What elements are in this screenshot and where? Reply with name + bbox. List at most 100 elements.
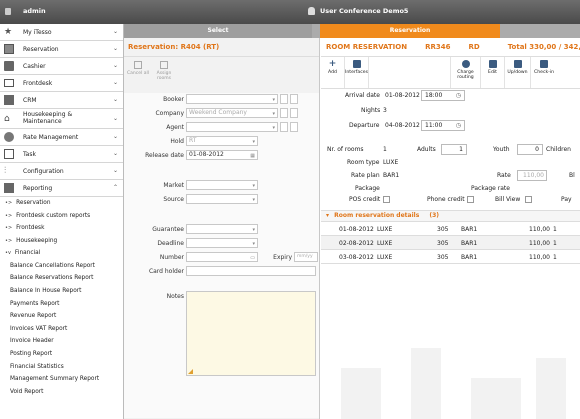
reservation-form: Booker ▾ Company Weekend Company ▾ Agent …: [124, 93, 319, 418]
chevron-down-icon: ▾: [252, 241, 255, 247]
nights-value: 3: [383, 107, 387, 114]
phone-credit-checkbox[interactable]: [467, 196, 474, 203]
user-name: admin: [23, 7, 46, 15]
arrival-date-label: Arrival date: [345, 92, 380, 99]
booker-field[interactable]: ▾: [186, 94, 278, 104]
sidebar-item-reservation[interactable]: Reservation ⌄: [0, 41, 123, 58]
cancel-all-button[interactable]: Cancel all: [127, 61, 149, 87]
agent-search-button[interactable]: [280, 122, 288, 132]
arrival-time-field[interactable]: 18:00 ◷: [421, 90, 465, 101]
report-item[interactable]: Revenue Report: [0, 310, 123, 323]
source-select[interactable]: ▾: [186, 194, 258, 204]
adults-field[interactable]: 1: [441, 144, 467, 155]
sub-item-frontdesk-custom[interactable]: •> Frontdesk custom reports: [0, 210, 123, 223]
pos-credit-label: POS credit: [349, 196, 381, 203]
deadline-label: Deadline: [157, 240, 184, 247]
report-item[interactable]: Management Summary Report: [0, 373, 123, 386]
arrow-right-icon: •>: [5, 237, 13, 244]
left-toolbar: Cancel all Assign rooms: [124, 57, 319, 93]
notes-textarea[interactable]: [186, 291, 316, 376]
conference-area[interactable]: User Conference Demo5: [308, 7, 408, 15]
interfaces-button[interactable]: Interfaces: [345, 57, 369, 88]
room-details-title: Room reservation details: [334, 212, 420, 219]
report-item[interactable]: Void Report: [0, 385, 123, 398]
sidebar-item-reporting[interactable]: Reporting ⌃: [0, 180, 123, 197]
rate-plan-label: Rate plan: [351, 172, 380, 179]
tab-select[interactable]: Select: [124, 24, 312, 38]
agent-field[interactable]: ▾: [186, 122, 278, 132]
company-add-button[interactable]: [290, 108, 298, 118]
sidebar-item-rate-management[interactable]: Rate Management ⌄: [0, 129, 123, 146]
bill-view-checkbox[interactable]: [525, 196, 532, 203]
hold-label: Hold: [170, 138, 184, 145]
expiry-field[interactable]: mm/yy: [294, 252, 318, 262]
room-details-section[interactable]: ▾ Room reservation details (3): [321, 210, 580, 222]
release-date-field[interactable]: 01-08-2012 ▦: [186, 150, 258, 160]
report-item[interactable]: Invoices VAT Report: [0, 322, 123, 335]
package-rate-label: Package rate: [471, 185, 510, 192]
sidebar-item-housekeeping[interactable]: ⌂ Housekeeping & Maintenance ⌄: [0, 109, 123, 129]
checkin-button[interactable]: Check-in: [531, 57, 557, 88]
assign-rooms-button[interactable]: Assign rooms: [153, 61, 175, 87]
report-item[interactable]: Payments Report: [0, 297, 123, 310]
checkin-icon: [540, 60, 548, 68]
youth-field[interactable]: 0: [517, 144, 543, 155]
report-item[interactable]: Financial Statistics: [0, 360, 123, 373]
expiry-label: Expiry: [273, 254, 292, 261]
youth-label: Youth: [493, 146, 510, 153]
booker-search-button[interactable]: [280, 94, 288, 104]
rooms-value: 1: [383, 146, 387, 153]
report-item[interactable]: Posting Report: [0, 348, 123, 361]
departure-time-field[interactable]: 11:00 ◷: [421, 120, 465, 131]
report-item[interactable]: Balance Reservations Report: [0, 272, 123, 285]
company-field[interactable]: Weekend Company ▾: [186, 108, 278, 118]
card-holder-label: Card holder: [148, 268, 184, 275]
hold-select[interactable]: RT ▾: [186, 136, 258, 146]
report-item[interactable]: Balance Cancellations Report: [0, 260, 123, 273]
sub-item-housekeeping[interactable]: •> Housekeeping: [0, 235, 123, 248]
edit-button[interactable]: Edit: [481, 57, 505, 88]
updown-button[interactable]: Up/down: [505, 57, 531, 88]
deadline-select[interactable]: ▾: [186, 238, 258, 248]
report-item[interactable]: Balance In House Report: [0, 285, 123, 298]
sidebar-item-crm[interactable]: CRM ⌄: [0, 92, 123, 109]
table-row[interactable]: 03-08-2012 LUXE 305 BAR1 110,00 1: [321, 250, 580, 264]
add-button[interactable]: + Add: [321, 57, 345, 88]
table-row[interactable]: 01-08-2012 LUXE 305 BAR1 110,00 1: [321, 222, 580, 236]
table-row[interactable]: 02-08-2012 LUXE 305 BAR1 110,00 1: [321, 236, 580, 250]
agent-label: Agent: [166, 124, 184, 131]
company-search-button[interactable]: [280, 108, 288, 118]
sidebar-item-configuration[interactable]: ⫶ Configuration ⌄: [0, 163, 123, 180]
arrow-right-icon: •>: [5, 225, 13, 232]
pos-credit-checkbox[interactable]: [383, 196, 390, 203]
sidebar-item-cashier[interactable]: Cashier ⌄: [0, 58, 123, 75]
sub-item-reservation[interactable]: •> Reservation: [0, 197, 123, 210]
task-icon: [4, 149, 14, 159]
guarantee-select[interactable]: ▾: [186, 224, 258, 234]
arrow-right-icon: •>: [5, 200, 13, 207]
user-icon: [308, 7, 315, 15]
booker-add-button[interactable]: [290, 94, 298, 104]
lock-icon: [5, 7, 11, 15]
routing-icon: [461, 60, 470, 68]
chevron-down-icon: ⌄: [112, 115, 118, 122]
rate-field[interactable]: 110,00: [517, 170, 547, 181]
sidebar-item-my-itesso[interactable]: ★ My iTesso ⌄: [0, 24, 123, 41]
user-area[interactable]: admin: [5, 7, 46, 15]
report-item[interactable]: Invoice Header: [0, 335, 123, 348]
interfaces-icon: [352, 60, 361, 68]
departure-label: Departure: [349, 122, 380, 129]
card-holder-field[interactable]: [186, 266, 316, 276]
market-select[interactable]: ▾: [186, 180, 258, 190]
room-toolbar: + Add Interfaces Charge routing Edit Up/d…: [321, 57, 580, 89]
charge-routing-button[interactable]: Charge routing: [451, 57, 481, 88]
chevron-down-icon: ⌄: [112, 133, 118, 140]
tab-reservation[interactable]: Reservation: [320, 24, 500, 38]
sub-item-frontdesk[interactable]: •> Frontdesk: [0, 222, 123, 235]
sidebar-item-task[interactable]: Task ⌄: [0, 146, 123, 163]
sub-item-financial[interactable]: •v Financial: [0, 247, 123, 260]
resize-handle[interactable]: [188, 369, 193, 374]
sidebar-item-frontdesk[interactable]: Frontdesk ⌄: [0, 75, 123, 92]
monitor-icon: [4, 79, 14, 87]
agent-add-button[interactable]: [290, 122, 298, 132]
